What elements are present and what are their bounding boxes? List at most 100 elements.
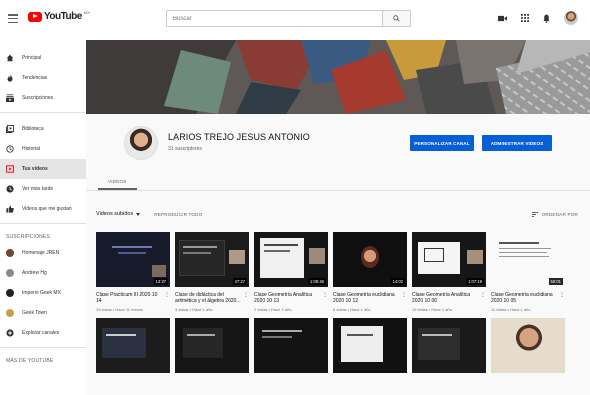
video-thumbnail[interactable]: 1:07:19 xyxy=(412,232,486,287)
play-all-button[interactable]: REPRODUCIR TODO xyxy=(154,212,202,217)
video-card[interactable] xyxy=(175,318,249,373)
more-options-icon[interactable]: ⋮ xyxy=(480,292,486,298)
video-title[interactable]: Clase Geometría Analítica 2020 10 13 ⋮ xyxy=(254,292,328,304)
video-thumbnail[interactable]: 50:01 xyxy=(491,232,565,287)
sidebar-item-tendencias[interactable]: Tendencias xyxy=(0,68,86,88)
video-title[interactable]: Clase Geometría euclidiana 2020 10 12 ⋮ xyxy=(333,292,407,304)
video-row xyxy=(96,318,590,373)
video-meta: 2 vistas • Hace 1 año xyxy=(254,307,292,312)
video-meta: 8 vistas • Hace 1 año xyxy=(333,307,371,312)
search-input[interactable] xyxy=(167,11,382,26)
history-icon xyxy=(6,145,14,153)
video-card[interactable] xyxy=(491,318,565,373)
caret-down-icon xyxy=(136,212,141,216)
video-title[interactable]: Clase Geometría euclidiana 2020 10 05 ⋮ xyxy=(491,292,565,304)
tabs-divider xyxy=(86,190,590,191)
sidebar-sub-homenaje-jren[interactable]: Homenaje JREN xyxy=(0,243,86,263)
video-thumbnail[interactable] xyxy=(412,318,486,373)
youtube-logo[interactable]: YouTube MX xyxy=(28,10,90,22)
video-card[interactable] xyxy=(412,318,486,373)
video-title[interactable]: Clase de didáctica del aritmética y el á… xyxy=(175,292,249,304)
video-thumbnail[interactable] xyxy=(175,318,249,373)
video-thumbnail[interactable]: 14:02 xyxy=(333,232,407,287)
more-options-icon[interactable]: ⋮ xyxy=(559,292,565,298)
video-meta: 11 vistas • Hace 1 año xyxy=(491,307,531,312)
video-card[interactable]: 47:27 Clase de didáctica del aritmética … xyxy=(175,232,249,312)
sidebar-item-label: Videos que me gustan xyxy=(22,206,72,212)
video-grid: 13:37 Clase Practicum III 2020 10 14 ⋮ 19… xyxy=(96,232,590,379)
sidebar-sub-andrew-hg[interactable]: Andrew Hg xyxy=(0,263,86,283)
sidebar-item-ver-mas-tarde[interactable]: Ver más tarde xyxy=(0,179,86,199)
sidebar-item-videos-que-me-gustan[interactable]: Videos que me gustan xyxy=(0,199,86,219)
uploads-filter-row: Videos subidos REPRODUCIR TODO ORDENAR P… xyxy=(96,208,586,220)
sort-label: ORDENAR POR xyxy=(541,211,578,217)
channel-name: LARIOS TREJO JESUS ANTONIO xyxy=(168,132,310,142)
sidebar-item-principal[interactable]: Principal xyxy=(0,48,86,68)
video-duration: 13:37 xyxy=(153,278,168,285)
more-options-icon[interactable]: ⋮ xyxy=(322,292,328,298)
video-title-text: Clase Geometría euclidiana 2020 10 12 xyxy=(333,292,395,304)
search-box xyxy=(166,10,411,27)
video-thumbnail[interactable] xyxy=(96,318,170,373)
video-title-text: Clase Practicum III 2020 10 14 xyxy=(96,292,158,304)
video-card[interactable]: 14:02 Clase Geometría euclidiana 2020 10… xyxy=(333,232,407,312)
sidebar-item-label: Historial xyxy=(22,146,41,152)
create-video-icon[interactable] xyxy=(498,15,507,22)
more-options-icon[interactable]: ⋮ xyxy=(401,292,407,298)
customize-channel-button[interactable]: PERSONALIZAR CANAL xyxy=(410,135,474,151)
more-options-icon[interactable]: ⋮ xyxy=(164,292,170,298)
sidebar-item-explorar-canales[interactable]: Explorar canales xyxy=(0,323,86,343)
sidebar-divider xyxy=(0,223,86,224)
account-avatar[interactable] xyxy=(564,11,578,25)
channel-avatar xyxy=(6,269,14,277)
notifications-bell-icon[interactable] xyxy=(543,14,550,23)
library-icon xyxy=(6,125,14,133)
video-card[interactable] xyxy=(254,318,328,373)
sidebar-item-tus-videos[interactable]: Tus videos xyxy=(0,159,86,179)
video-title[interactable]: Clase Geometría Analítica 2020 10 06 ⋮ xyxy=(412,292,486,304)
your-videos-icon xyxy=(6,165,14,173)
video-thumbnail[interactable] xyxy=(491,318,565,373)
video-thumbnail[interactable]: 13:37 xyxy=(96,232,170,287)
video-thumbnail[interactable]: 47:27 xyxy=(175,232,249,287)
add-circle-icon xyxy=(6,329,14,337)
sidebar-item-historial[interactable]: Historial xyxy=(0,139,86,159)
sidebar: Principal Tendencias Suscripciones Bibli… xyxy=(0,40,86,395)
sidebar-item-label: Tus videos xyxy=(22,166,48,172)
video-card[interactable] xyxy=(333,318,407,373)
apps-grid-icon[interactable] xyxy=(521,14,529,22)
search-button[interactable] xyxy=(382,11,410,26)
search-icon xyxy=(393,15,400,22)
video-card[interactable]: 1:08:46 Clase Geometría Analítica 2020 1… xyxy=(254,232,328,312)
video-thumbnail[interactable] xyxy=(254,318,328,373)
video-title[interactable]: Clase Practicum III 2020 10 14 ⋮ xyxy=(96,292,170,304)
video-row: 13:37 Clase Practicum III 2020 10 14 ⋮ 19… xyxy=(96,232,590,312)
clock-icon xyxy=(6,185,14,193)
video-meta: 19 vistas • Hace 1 año xyxy=(412,307,452,312)
logo-region: MX xyxy=(83,10,90,15)
sidebar-item-biblioteca[interactable]: Biblioteca xyxy=(0,119,86,139)
channel-avatar[interactable] xyxy=(124,126,158,160)
sort-by-button[interactable]: ORDENAR POR xyxy=(531,211,578,217)
sidebar-item-label: Ver más tarde xyxy=(22,186,54,192)
video-duration: 14:02 xyxy=(390,278,405,285)
manage-videos-button[interactable]: ADMINISTRAR VIDEOS xyxy=(482,135,552,151)
video-thumbnail[interactable] xyxy=(333,318,407,373)
uploads-dropdown[interactable]: Videos subidos xyxy=(96,211,141,217)
video-title-text: Clase de didáctica del aritmética y el á… xyxy=(175,292,241,304)
sidebar-item-suscripciones[interactable]: Suscripciones xyxy=(0,88,86,108)
video-card[interactable]: 1:07:19 Clase Geometría Analítica 2020 1… xyxy=(412,232,486,312)
tab-videos[interactable]: VIDEOS xyxy=(98,179,137,190)
subscriptions-icon xyxy=(6,94,14,102)
sidebar-sub-geek-town[interactable]: Geek Town xyxy=(0,303,86,323)
video-card[interactable]: 13:37 Clase Practicum III 2020 10 14 ⋮ 19… xyxy=(96,232,170,312)
more-options-icon[interactable]: ⋮ xyxy=(243,292,249,298)
video-meta: 19 vistas • Hace 11 meses xyxy=(96,307,143,312)
video-thumbnail[interactable]: 1:08:46 xyxy=(254,232,328,287)
channel-avatar xyxy=(6,309,14,317)
sidebar-sub-imperio-geek[interactable]: Imperio Geek MX xyxy=(0,283,86,303)
fire-icon xyxy=(7,74,13,82)
hamburger-menu-icon[interactable] xyxy=(8,14,18,23)
video-card[interactable] xyxy=(96,318,170,373)
video-card[interactable]: 50:01 Clase Geometría euclidiana 2020 10… xyxy=(491,232,565,312)
